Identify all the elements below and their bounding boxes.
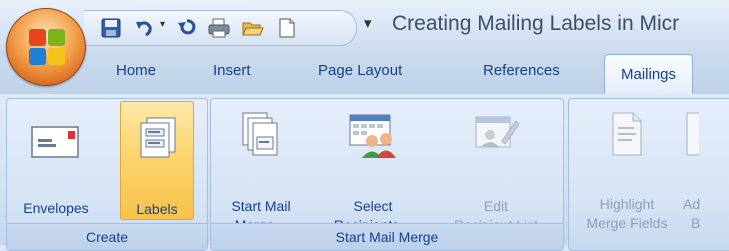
group-create: Envelopes Labels Create [6,98,208,251]
tab-page-layout[interactable]: Page Layout [318,62,402,79]
tab-references[interactable]: References [483,62,560,79]
title-bar: ▾ ▾ Creating Mailing Labels in Micr [0,0,729,52]
labels-label: Labels [136,201,178,217]
select-recipients-icon [348,111,398,159]
envelopes-button[interactable]: Envelopes [17,101,95,218]
select-recipients-button[interactable]: Select Recipients ▼ [315,101,431,233]
address-block-button[interactable]: Ad B [679,101,729,231]
group-start-mail-merge: Start Mail Merge ▼ [210,98,564,251]
labels-icon [135,112,179,162]
tab-home[interactable]: Home [116,62,156,79]
highlight-merge-fields-icon [610,111,644,157]
start-mail-merge-icon [239,111,283,159]
office-logo-icon [29,29,65,65]
address-block-label-1: Ad [683,196,701,212]
ribbon-tabs: Home Insert Page Layout References Maili… [0,52,729,95]
quick-access-toolbar: ▾ [84,10,357,46]
envelope-icon [30,111,82,161]
highlight-merge-fields-label-1: Highlight [599,196,655,212]
undo-icon[interactable] [130,16,160,40]
start-mail-merge-button[interactable]: Start Mail Merge ▼ [213,101,309,233]
highlight-merge-fields-label-2: Merge Fields [586,215,668,231]
envelopes-label: Envelopes [23,200,89,216]
quick-print-icon[interactable] [204,16,234,40]
highlight-merge-fields-button[interactable]: Highlight Merge Fields [575,101,679,231]
office-button[interactable] [6,8,86,86]
group-create-label: Create [7,223,207,250]
customize-qat-icon[interactable]: ▾ [364,14,372,32]
labels-button[interactable]: Labels [120,101,194,220]
save-icon[interactable] [96,16,126,40]
edit-recipient-list-icon [472,111,520,159]
group-start-mail-merge-label: Start Mail Merge [211,223,563,250]
new-icon[interactable] [272,16,302,40]
group-write-insert-fields: Highlight Merge Fields Ad B [568,98,729,251]
start-mail-merge-label-1: Start Mail [231,198,291,214]
ribbon: Envelopes Labels Create Start Mail Selec… [0,94,729,251]
open-icon[interactable] [238,16,268,40]
redo-icon[interactable] [172,16,202,40]
window-title: Creating Mailing Labels in Micr [392,12,680,35]
address-block-icon [679,111,699,157]
edit-recipient-list-label-1: Edit [483,198,509,214]
edit-recipient-list-button[interactable]: Edit Recipient List [435,101,557,233]
select-recipients-label-1: Select [353,198,393,214]
tab-mailings[interactable]: Mailings [604,54,694,95]
address-block-label-2: B [691,215,701,231]
undo-dropdown-arrow[interactable]: ▾ [160,19,165,30]
tab-insert[interactable]: Insert [213,62,251,79]
